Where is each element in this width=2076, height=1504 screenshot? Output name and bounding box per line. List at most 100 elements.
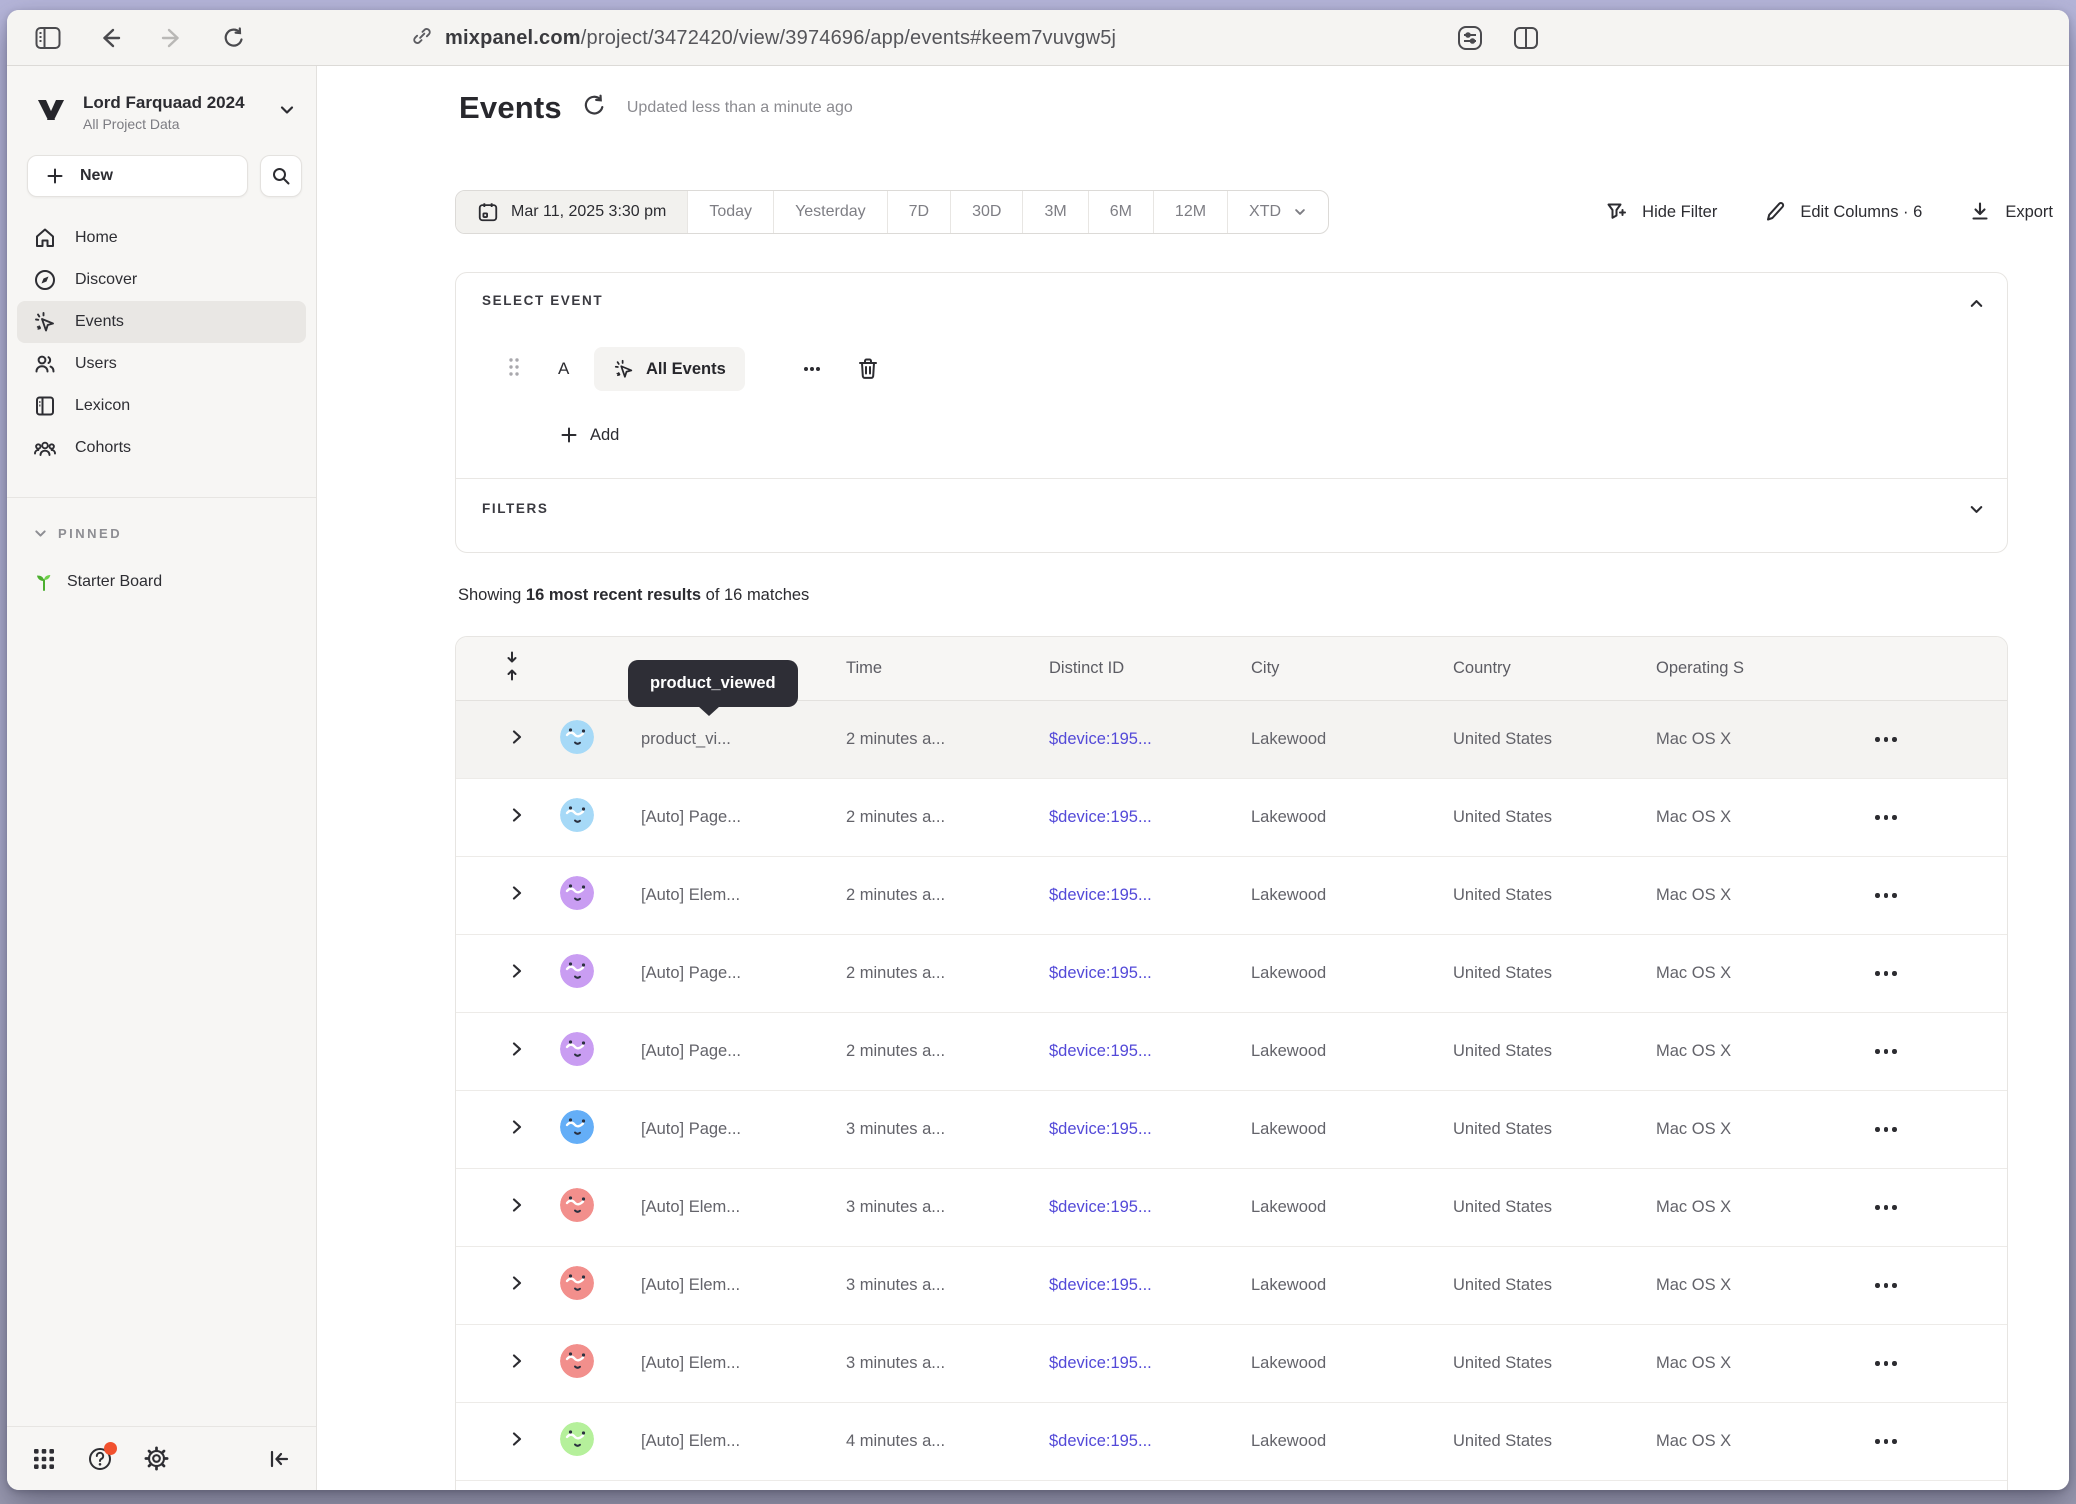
row-more-button[interactable] xyxy=(1848,1205,2007,1210)
sidebar-item-label: Users xyxy=(75,355,117,373)
sidebar-item-cohorts[interactable]: Cohorts xyxy=(17,427,306,469)
range-6m[interactable]: 6M xyxy=(1089,191,1154,233)
distinct-id-link[interactable]: $device:195... xyxy=(1014,730,1216,749)
table-row[interactable]: [Auto] Elem... 3 minutes a... $device:19… xyxy=(456,1325,2007,1403)
hide-filter-button[interactable]: Hide Filter xyxy=(1605,200,1717,224)
trash-icon xyxy=(857,357,879,381)
refresh-icon[interactable] xyxy=(582,93,607,123)
distinct-id-link[interactable]: $device:195... xyxy=(1014,1432,1216,1451)
event-more-button[interactable] xyxy=(792,349,832,389)
reload-icon[interactable] xyxy=(221,25,247,51)
sidebar-item-starter-board[interactable]: Starter Board xyxy=(7,541,316,593)
sidebar-item-lexicon[interactable]: Lexicon xyxy=(17,385,306,427)
row-more-button[interactable] xyxy=(1848,1127,2007,1132)
collapse-section-icon[interactable] xyxy=(1968,295,1985,317)
delete-event-button[interactable] xyxy=(848,349,888,389)
page-settings-icon[interactable] xyxy=(1457,25,1483,51)
os-cell: Mac OS X xyxy=(1621,886,1848,905)
collapse-sidebar-icon[interactable] xyxy=(266,1446,292,1472)
apps-grid-icon[interactable] xyxy=(31,1446,57,1472)
forward-icon[interactable] xyxy=(159,25,185,51)
all-events-chip[interactable]: All Events xyxy=(594,347,745,391)
sidebar-item-users[interactable]: Users xyxy=(17,343,306,385)
split-view-icon[interactable] xyxy=(1513,25,1539,51)
drag-handle[interactable] xyxy=(508,356,520,383)
distinct-id-link[interactable]: $device:195... xyxy=(1014,964,1216,983)
expand-filters-icon[interactable] xyxy=(1968,501,1985,523)
table-row[interactable]: [Auto] Elem... 3 minutes a... $device:19… xyxy=(456,1169,2007,1247)
expand-row-icon[interactable] xyxy=(510,885,524,906)
row-more-button[interactable] xyxy=(1848,971,2007,976)
table-row[interactable]: [Auto] Elem... 3 minutes a... $device:19… xyxy=(456,1247,2007,1325)
row-more-button[interactable] xyxy=(1848,815,2007,820)
table-row[interactable]: [Auto] Page... 2 minutes a... $device:19… xyxy=(456,935,2007,1013)
expand-row-icon[interactable] xyxy=(510,963,524,984)
distinct-id-link[interactable]: $device:195... xyxy=(1014,1120,1216,1139)
main-content: Events Updated less than a minute ago Ma… xyxy=(317,66,2069,1490)
event-name-cell: [Auto] Page... xyxy=(606,964,811,983)
page-title: Events xyxy=(459,90,562,126)
table-row[interactable]: [Auto] Page... 2 minutes a... $device:19… xyxy=(456,1013,2007,1091)
os-cell: Mac OS X xyxy=(1621,1198,1848,1217)
expand-row-icon[interactable] xyxy=(510,1119,524,1140)
expand-row-icon[interactable] xyxy=(510,1353,524,1374)
range-xtd[interactable]: XTD xyxy=(1228,191,1328,233)
add-event-button[interactable]: Add xyxy=(560,415,619,455)
expand-row-icon[interactable] xyxy=(510,1041,524,1062)
range-12m[interactable]: 12M xyxy=(1154,191,1228,233)
distinct-id-link[interactable]: $device:195... xyxy=(1014,1198,1216,1217)
sidebar-item-home[interactable]: Home xyxy=(17,217,306,259)
edit-columns-button[interactable]: Edit Columns · 6 xyxy=(1763,200,1922,224)
query-builder: SELECT EVENT A All Events xyxy=(455,272,2008,553)
address-bar[interactable]: mixpanel.com/project/3472420/view/397469… xyxy=(411,10,1116,66)
expand-row-icon[interactable] xyxy=(510,1431,524,1452)
settings-gear-icon[interactable] xyxy=(143,1446,169,1472)
distinct-id-link[interactable]: $device:195... xyxy=(1014,886,1216,905)
distinct-id-link[interactable]: $device:195... xyxy=(1014,1354,1216,1373)
table-row[interactable]: [Auto] Page... 2 minutes a... $device:19… xyxy=(456,779,2007,857)
sidebar-item-discover[interactable]: Discover xyxy=(17,259,306,301)
row-more-button[interactable] xyxy=(1848,1361,2007,1366)
row-more-button[interactable] xyxy=(1848,1283,2007,1288)
column-header-time[interactable]: Time xyxy=(811,659,1014,678)
table-row[interactable] xyxy=(456,1481,2007,1490)
project-switcher[interactable]: Lord Farquaad 2024 All Project Data xyxy=(7,66,316,133)
column-header-country[interactable]: Country xyxy=(1418,659,1621,678)
event-avatar xyxy=(560,1032,594,1066)
table-row[interactable]: [Auto] Elem... 2 minutes a... $device:19… xyxy=(456,857,2007,935)
row-more-button[interactable] xyxy=(1848,737,2007,742)
search-button[interactable] xyxy=(260,155,302,197)
help-icon[interactable] xyxy=(87,1446,113,1472)
range-yesterday[interactable]: Yesterday xyxy=(774,191,888,233)
pinned-section-header[interactable]: PINNED xyxy=(7,498,316,541)
expand-row-icon[interactable] xyxy=(510,1197,524,1218)
collapse-rows-icon[interactable] xyxy=(504,651,520,686)
table-row[interactable]: product_vi... 2 minutes a... $device:195… xyxy=(456,701,2007,779)
table-row[interactable]: [Auto] Elem... 4 minutes a... $device:19… xyxy=(456,1403,2007,1481)
distinct-id-link[interactable]: $device:195... xyxy=(1014,1042,1216,1061)
column-header-city[interactable]: City xyxy=(1216,659,1418,678)
expand-row-icon[interactable] xyxy=(510,807,524,828)
row-more-button[interactable] xyxy=(1848,893,2007,898)
range-7d[interactable]: 7D xyxy=(888,191,951,233)
date-picker-button[interactable]: Mar 11, 2025 3:30 pm xyxy=(456,191,688,233)
distinct-id-link[interactable]: $device:195... xyxy=(1014,1276,1216,1295)
export-button[interactable]: Export xyxy=(1968,200,2053,224)
row-more-button[interactable] xyxy=(1848,1439,2007,1444)
range-3m[interactable]: 3M xyxy=(1023,191,1088,233)
city-cell: Lakewood xyxy=(1216,1354,1418,1373)
time-cell: 2 minutes a... xyxy=(811,964,1014,983)
range-30d[interactable]: 30D xyxy=(951,191,1023,233)
sidebar-toggle-icon[interactable] xyxy=(35,25,61,51)
back-icon[interactable] xyxy=(97,25,123,51)
distinct-id-link[interactable]: $device:195... xyxy=(1014,808,1216,827)
sidebar-item-events[interactable]: Events xyxy=(17,301,306,343)
expand-row-icon[interactable] xyxy=(510,729,524,750)
row-more-button[interactable] xyxy=(1848,1049,2007,1054)
new-button[interactable]: New xyxy=(27,155,248,197)
column-header-distinct-id[interactable]: Distinct ID xyxy=(1014,659,1216,678)
column-header-os[interactable]: Operating S xyxy=(1621,659,1848,678)
expand-row-icon[interactable] xyxy=(510,1275,524,1296)
range-today[interactable]: Today xyxy=(688,191,774,233)
table-row[interactable]: [Auto] Page... 3 minutes a... $device:19… xyxy=(456,1091,2007,1169)
